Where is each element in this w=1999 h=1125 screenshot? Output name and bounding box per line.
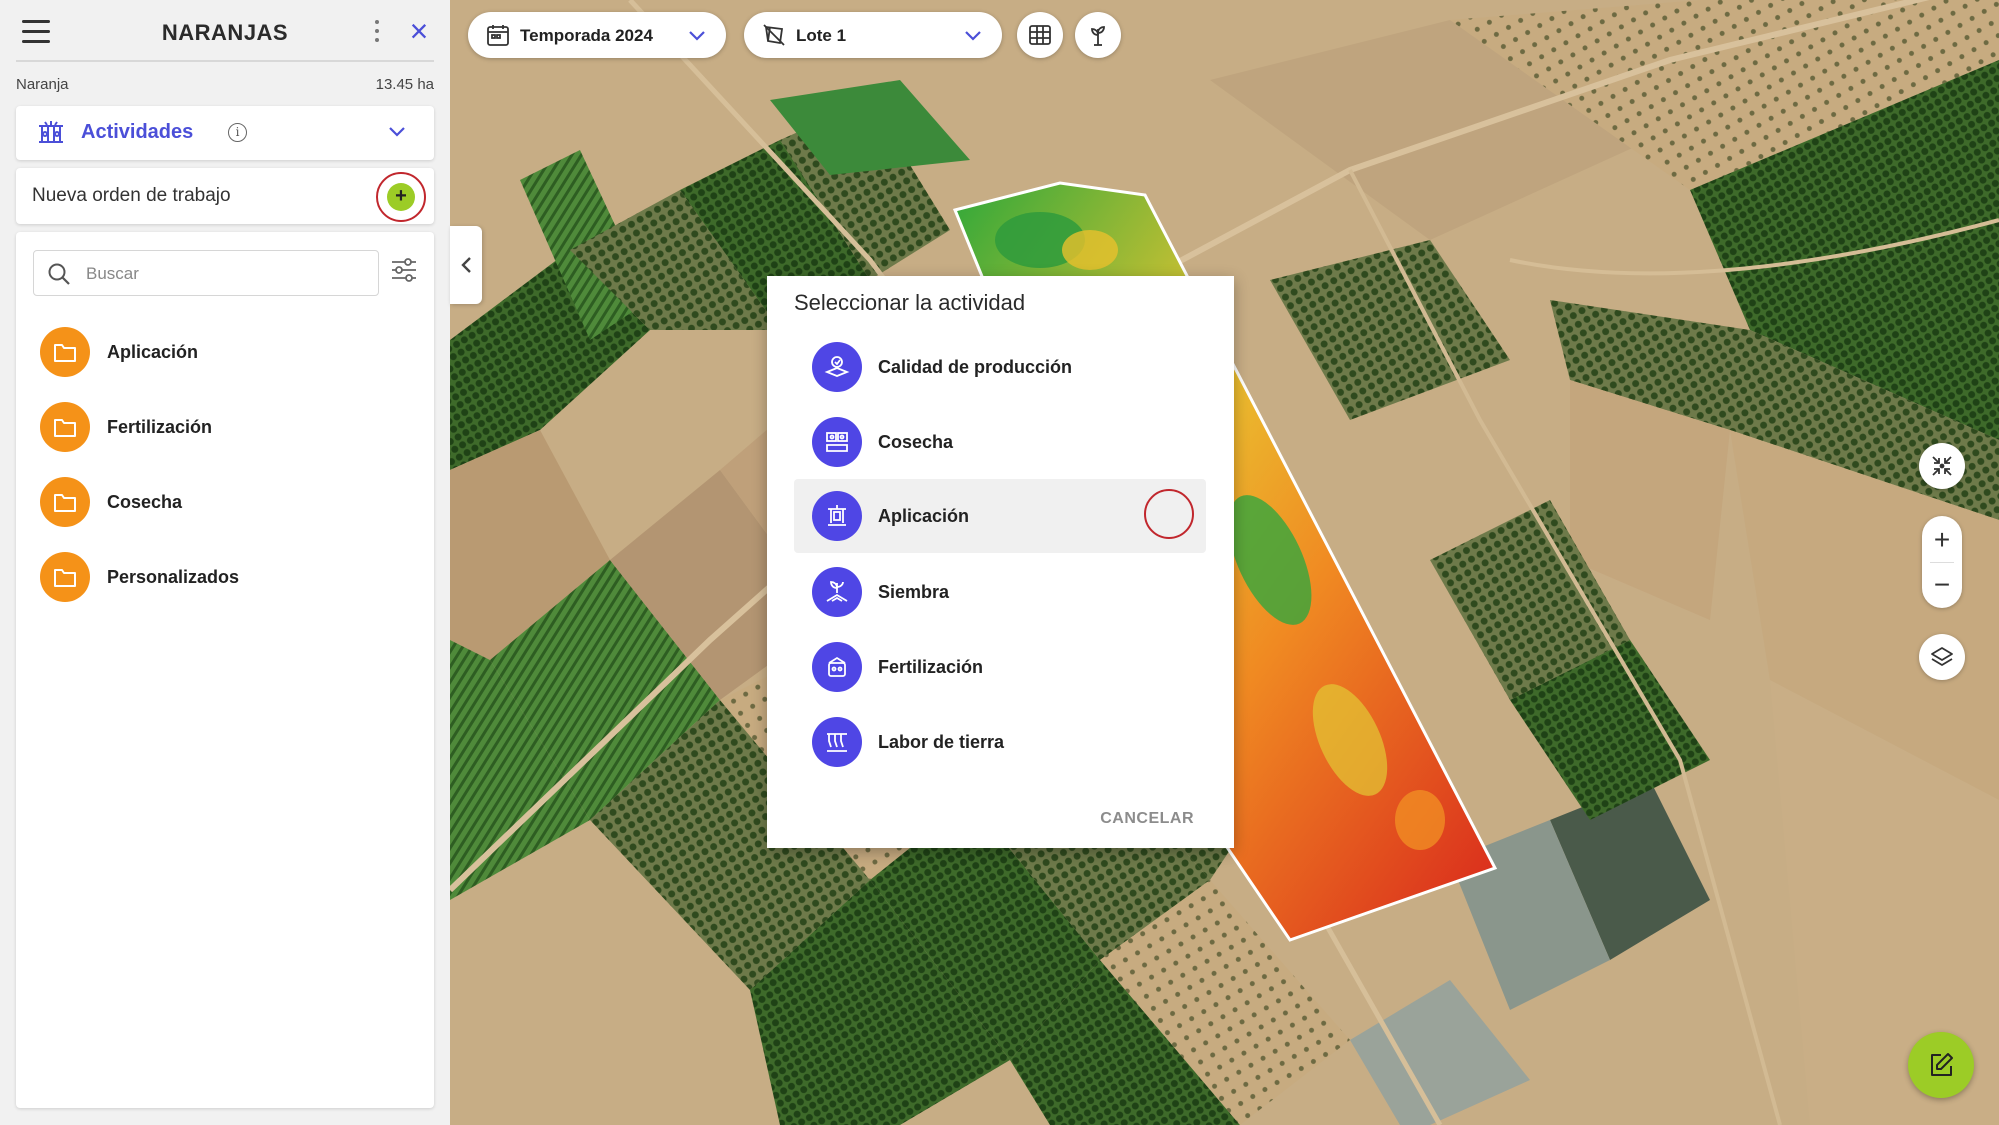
folder-list-card: Aplicación Fertilización Cosecha Persona… (16, 232, 434, 1108)
select-activity-dialog: Seleccionar la actividad Calidad de prod… (767, 276, 1234, 848)
folder-label: Cosecha (107, 492, 183, 512)
activity-option-label: Siembra (878, 582, 950, 602)
new-order-label: Nueva orden de trabajo (32, 185, 231, 206)
chevron-down-icon (689, 31, 705, 41)
search-icon (48, 263, 70, 285)
activity-option-label: Labor de tierra (878, 732, 1005, 752)
layers-icon (1931, 647, 1953, 666)
crop-button[interactable] (1075, 12, 1121, 58)
fit-extent-button[interactable] (1919, 443, 1965, 489)
calendar-icon (487, 25, 509, 46)
chevron-down-icon (389, 127, 405, 137)
folder-icon (40, 327, 90, 377)
search-box (33, 250, 379, 296)
tillage-icon (812, 717, 862, 767)
activity-option-label: Aplicación (878, 506, 970, 526)
activities-icon (39, 121, 63, 143)
folder-icon (40, 552, 90, 602)
activity-option-labor-tierra[interactable]: Labor de tierra (794, 705, 1206, 779)
crop-info: Naranja 13.45 ha (16, 76, 434, 96)
add-order-button[interactable]: + (376, 172, 426, 222)
fertilization-icon (812, 642, 862, 692)
activity-option-label: Calidad de producción (878, 357, 1073, 377)
folder-label: Aplicación (107, 342, 199, 362)
season-selector[interactable]: Temporada 2024 (468, 12, 726, 58)
crop-area: 13.45 ha (375, 76, 434, 93)
zoom-in-button[interactable]: + (1922, 518, 1962, 562)
crop-name: Naranja (16, 76, 69, 93)
quality-icon (812, 342, 862, 392)
activities-label: Actividades (81, 121, 194, 143)
zoom-controls: + − (1922, 516, 1962, 608)
zoom-out-button[interactable]: − (1922, 563, 1962, 607)
folder-label: Fertilización (107, 417, 213, 437)
lot-label: Lote 1 (796, 26, 847, 45)
activity-option-label: Fertilización (878, 657, 984, 677)
activity-option-siembra[interactable]: Siembra (794, 555, 1206, 629)
folder-item-aplicacion[interactable]: Aplicación (40, 327, 420, 377)
harvest-icon (812, 417, 862, 467)
folder-item-fertilizacion[interactable]: Fertilización (40, 402, 420, 452)
activity-option-cosecha[interactable]: Cosecha (794, 405, 1206, 479)
activity-option-aplicacion[interactable]: Aplicación (794, 479, 1206, 553)
search-input[interactable] (86, 261, 366, 287)
collapse-sidebar-button[interactable] (450, 226, 482, 304)
highlight-ring (1144, 489, 1194, 539)
new-order-card: Nueva orden de trabajo + (16, 168, 434, 224)
edit-icon (1931, 1053, 1953, 1076)
folder-item-cosecha[interactable]: Cosecha (40, 477, 420, 527)
lot-selector[interactable]: Lote 1 (744, 12, 1002, 58)
filter-icon[interactable] (390, 256, 418, 284)
edit-button[interactable] (1908, 1032, 1974, 1098)
table-view-button[interactable] (1017, 12, 1063, 58)
activity-option-label: Cosecha (878, 432, 954, 452)
sidebar-header: NARANJAS × (16, 0, 434, 62)
application-icon (812, 491, 862, 541)
folder-label: Personalizados (107, 567, 240, 587)
close-icon[interactable]: × (406, 15, 432, 47)
table-icon (1029, 25, 1051, 45)
activity-option-fertilizacion[interactable]: Fertilización (794, 630, 1206, 704)
chevron-down-icon (965, 31, 981, 41)
plus-icon: + (387, 183, 415, 211)
season-label: Temporada 2024 (520, 26, 653, 45)
plant-icon (1091, 26, 1105, 46)
dialog-title: Seleccionar la actividad (794, 290, 1026, 315)
info-icon[interactable]: i (228, 123, 247, 142)
layers-button[interactable] (1919, 634, 1965, 680)
folder-icon (40, 402, 90, 452)
more-options-icon[interactable] (371, 20, 383, 42)
chevron-left-icon (461, 257, 471, 273)
activity-option-calidad-produccion[interactable]: Calidad de producción (794, 330, 1206, 404)
folder-icon (40, 477, 90, 527)
folder-item-personalizados[interactable]: Personalizados (40, 552, 420, 602)
cancel-button[interactable]: CANCELAR (1100, 810, 1194, 828)
activities-dropdown[interactable]: Actividades i (16, 106, 434, 160)
sidebar: NARANJAS × Naranja 13.45 ha Actividades … (0, 0, 450, 1125)
plot-icon (763, 24, 785, 46)
sowing-icon (812, 567, 862, 617)
compress-icon (1932, 456, 1952, 476)
